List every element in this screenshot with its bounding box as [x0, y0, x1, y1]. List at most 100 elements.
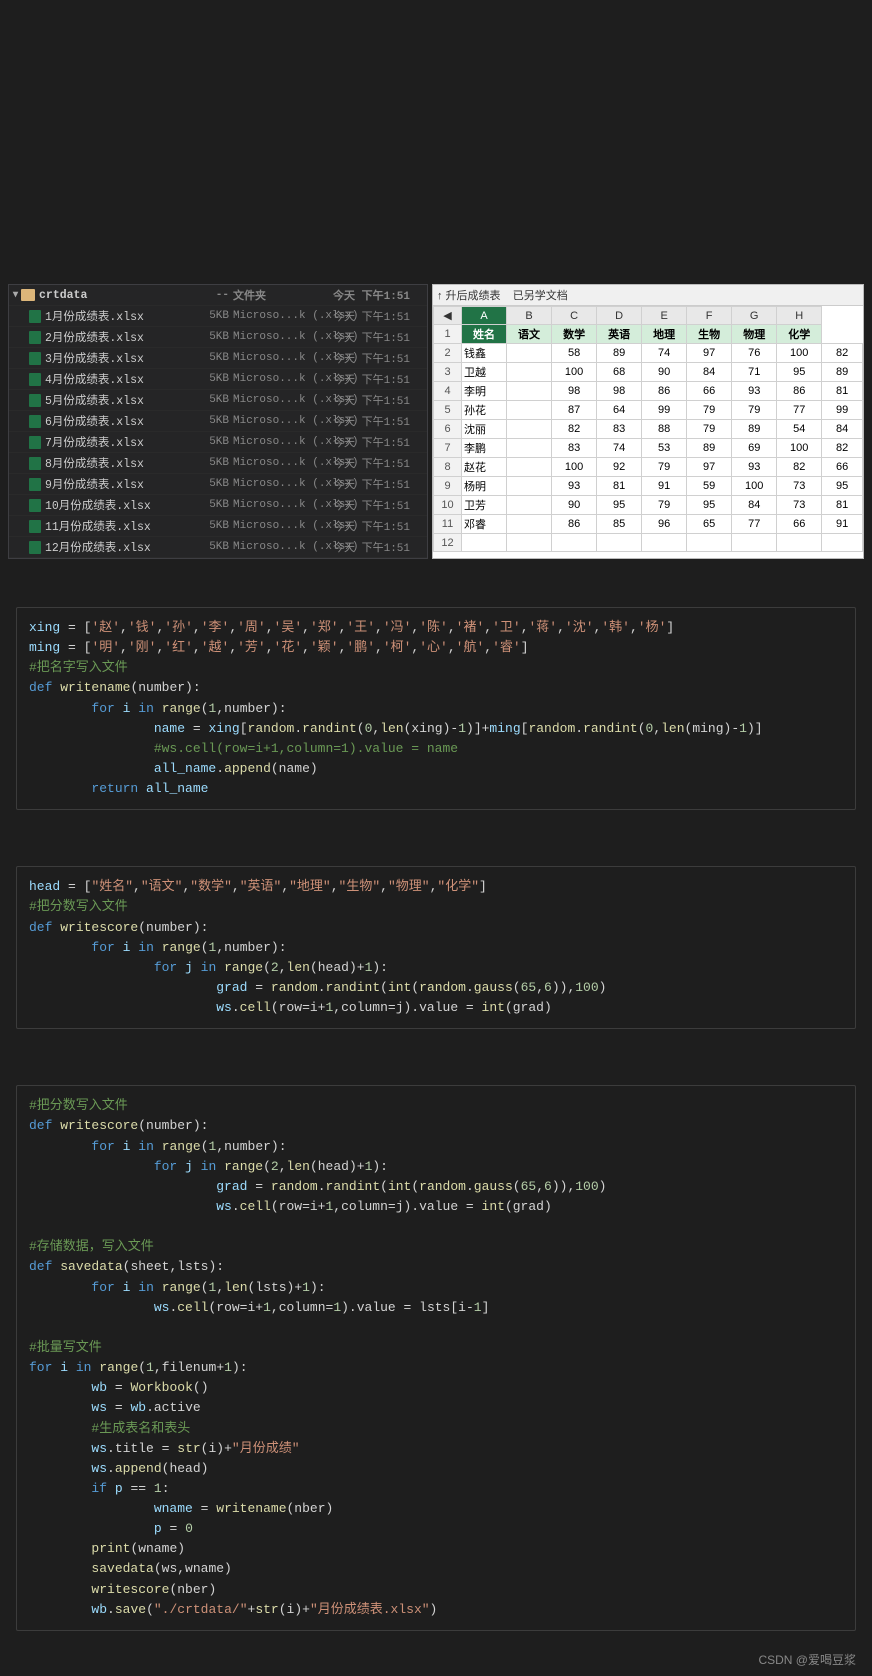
score-cell[interactable]: 100: [552, 458, 597, 477]
name-cell[interactable]: 赵花: [462, 458, 507, 477]
name-cell[interactable]: 杨明: [462, 477, 507, 496]
score-cell[interactable]: [597, 534, 642, 552]
header-cell[interactable]: 地理: [642, 325, 687, 344]
score-cell[interactable]: 89: [732, 420, 777, 439]
score-cell[interactable]: 99: [822, 401, 863, 420]
row-header[interactable]: 4: [434, 382, 462, 401]
score-cell[interactable]: 77: [732, 515, 777, 534]
score-cell[interactable]: 74: [597, 439, 642, 458]
score-cell[interactable]: 95: [687, 496, 732, 515]
score-cell[interactable]: 84: [732, 496, 777, 515]
score-cell[interactable]: 91: [822, 515, 863, 534]
score-cell[interactable]: 73: [777, 477, 822, 496]
score-cell[interactable]: 79: [642, 496, 687, 515]
score-cell[interactable]: [507, 363, 552, 382]
score-cell[interactable]: 95: [822, 477, 863, 496]
score-cell[interactable]: 93: [732, 458, 777, 477]
score-cell[interactable]: 96: [642, 515, 687, 534]
score-cell[interactable]: 66: [777, 515, 822, 534]
score-cell[interactable]: [777, 534, 822, 552]
file-row[interactable]: 8月份成绩表.xlsx 5KB Microso...k (.xlsx) 今天 下…: [9, 453, 427, 474]
file-row[interactable]: 4月份成绩表.xlsx 5KB Microso...k (.xlsx) 今天 下…: [9, 369, 427, 390]
file-row[interactable]: 7月份成绩表.xlsx 5KB Microso...k (.xlsx) 今天 下…: [9, 432, 427, 453]
row-header[interactable]: 3: [434, 363, 462, 382]
score-cell[interactable]: 71: [732, 363, 777, 382]
name-cell[interactable]: 李鹏: [462, 439, 507, 458]
score-cell[interactable]: [687, 534, 732, 552]
score-cell[interactable]: 66: [822, 458, 863, 477]
row-header[interactable]: 1: [434, 325, 462, 344]
name-cell[interactable]: 沈丽: [462, 420, 507, 439]
score-cell[interactable]: [507, 401, 552, 420]
col-E-header[interactable]: E: [642, 307, 687, 325]
score-cell[interactable]: [552, 534, 597, 552]
score-cell[interactable]: 100: [777, 439, 822, 458]
score-cell[interactable]: 77: [777, 401, 822, 420]
score-cell[interactable]: 79: [732, 401, 777, 420]
score-cell[interactable]: 76: [732, 344, 777, 363]
score-cell[interactable]: 65: [687, 515, 732, 534]
file-row[interactable]: 10月份成绩表.xlsx 5KB Microso...k (.xlsx) 今天 …: [9, 495, 427, 516]
file-row[interactable]: 12月份成绩表.xlsx 5KB Microso...k (.xlsx) 今天 …: [9, 537, 427, 558]
score-cell[interactable]: 81: [597, 477, 642, 496]
score-cell[interactable]: 90: [642, 363, 687, 382]
file-row[interactable]: 11月份成绩表.xlsx 5KB Microso...k (.xlsx) 今天 …: [9, 516, 427, 537]
score-cell[interactable]: 99: [642, 401, 687, 420]
score-cell[interactable]: [507, 420, 552, 439]
col-B-header[interactable]: B: [507, 307, 552, 325]
name-cell[interactable]: 卫越: [462, 363, 507, 382]
name-cell[interactable]: 李明: [462, 382, 507, 401]
score-cell[interactable]: 86: [642, 382, 687, 401]
file-row[interactable]: 2月份成绩表.xlsx 5KB Microso...k (.xlsx) 今天 下…: [9, 327, 427, 348]
header-cell[interactable]: 化学: [777, 325, 822, 344]
name-cell[interactable]: 孙花: [462, 401, 507, 420]
score-cell[interactable]: 58: [552, 344, 597, 363]
score-cell[interactable]: 92: [597, 458, 642, 477]
score-cell[interactable]: 100: [777, 344, 822, 363]
row-header[interactable]: 9: [434, 477, 462, 496]
col-F-header[interactable]: F: [687, 307, 732, 325]
score-cell[interactable]: [822, 534, 863, 552]
name-cell[interactable]: 卫芳: [462, 496, 507, 515]
score-cell[interactable]: 91: [642, 477, 687, 496]
file-row[interactable]: 9月份成绩表.xlsx 5KB Microso...k (.xlsx) 今天 下…: [9, 474, 427, 495]
score-cell[interactable]: [507, 458, 552, 477]
row-header[interactable]: 10: [434, 496, 462, 515]
score-cell[interactable]: 64: [597, 401, 642, 420]
header-cell[interactable]: 语文: [507, 325, 552, 344]
header-cell[interactable]: 生物: [687, 325, 732, 344]
score-cell[interactable]: [507, 344, 552, 363]
score-cell[interactable]: 84: [822, 420, 863, 439]
score-cell[interactable]: 84: [687, 363, 732, 382]
header-cell[interactable]: 物理: [732, 325, 777, 344]
score-cell[interactable]: 79: [687, 401, 732, 420]
file-row[interactable]: 1月份成绩表.xlsx 5KB Microso...k (.xlsx) 今天 下…: [9, 306, 427, 327]
score-cell[interactable]: 86: [777, 382, 822, 401]
score-cell[interactable]: [507, 534, 552, 552]
score-cell[interactable]: 53: [642, 439, 687, 458]
name-cell[interactable]: 邓睿: [462, 515, 507, 534]
score-cell[interactable]: 89: [597, 344, 642, 363]
header-cell[interactable]: 姓名: [462, 325, 507, 344]
folder-row-crtdata[interactable]: ▾ crtdata -- 文件夹 今天 下午1:51: [9, 285, 427, 306]
row-header[interactable]: 11: [434, 515, 462, 534]
header-cell[interactable]: 英语: [597, 325, 642, 344]
score-cell[interactable]: 81: [822, 496, 863, 515]
score-cell[interactable]: 82: [777, 458, 822, 477]
name-cell[interactable]: 钱鑫: [462, 344, 507, 363]
file-row[interactable]: 6月份成绩表.xlsx 5KB Microso...k (.xlsx) 今天 下…: [9, 411, 427, 432]
score-cell[interactable]: 83: [552, 439, 597, 458]
row-header[interactable]: 8: [434, 458, 462, 477]
score-cell[interactable]: 68: [597, 363, 642, 382]
col-D-header[interactable]: D: [597, 307, 642, 325]
score-cell[interactable]: 87: [552, 401, 597, 420]
col-G-header[interactable]: G: [732, 307, 777, 325]
row-header[interactable]: 12: [434, 534, 462, 552]
score-cell[interactable]: 98: [552, 382, 597, 401]
score-cell[interactable]: 95: [597, 496, 642, 515]
score-cell[interactable]: [507, 515, 552, 534]
score-cell[interactable]: 89: [822, 363, 863, 382]
score-cell[interactable]: 79: [642, 458, 687, 477]
score-cell[interactable]: 79: [687, 420, 732, 439]
row-header[interactable]: 5: [434, 401, 462, 420]
